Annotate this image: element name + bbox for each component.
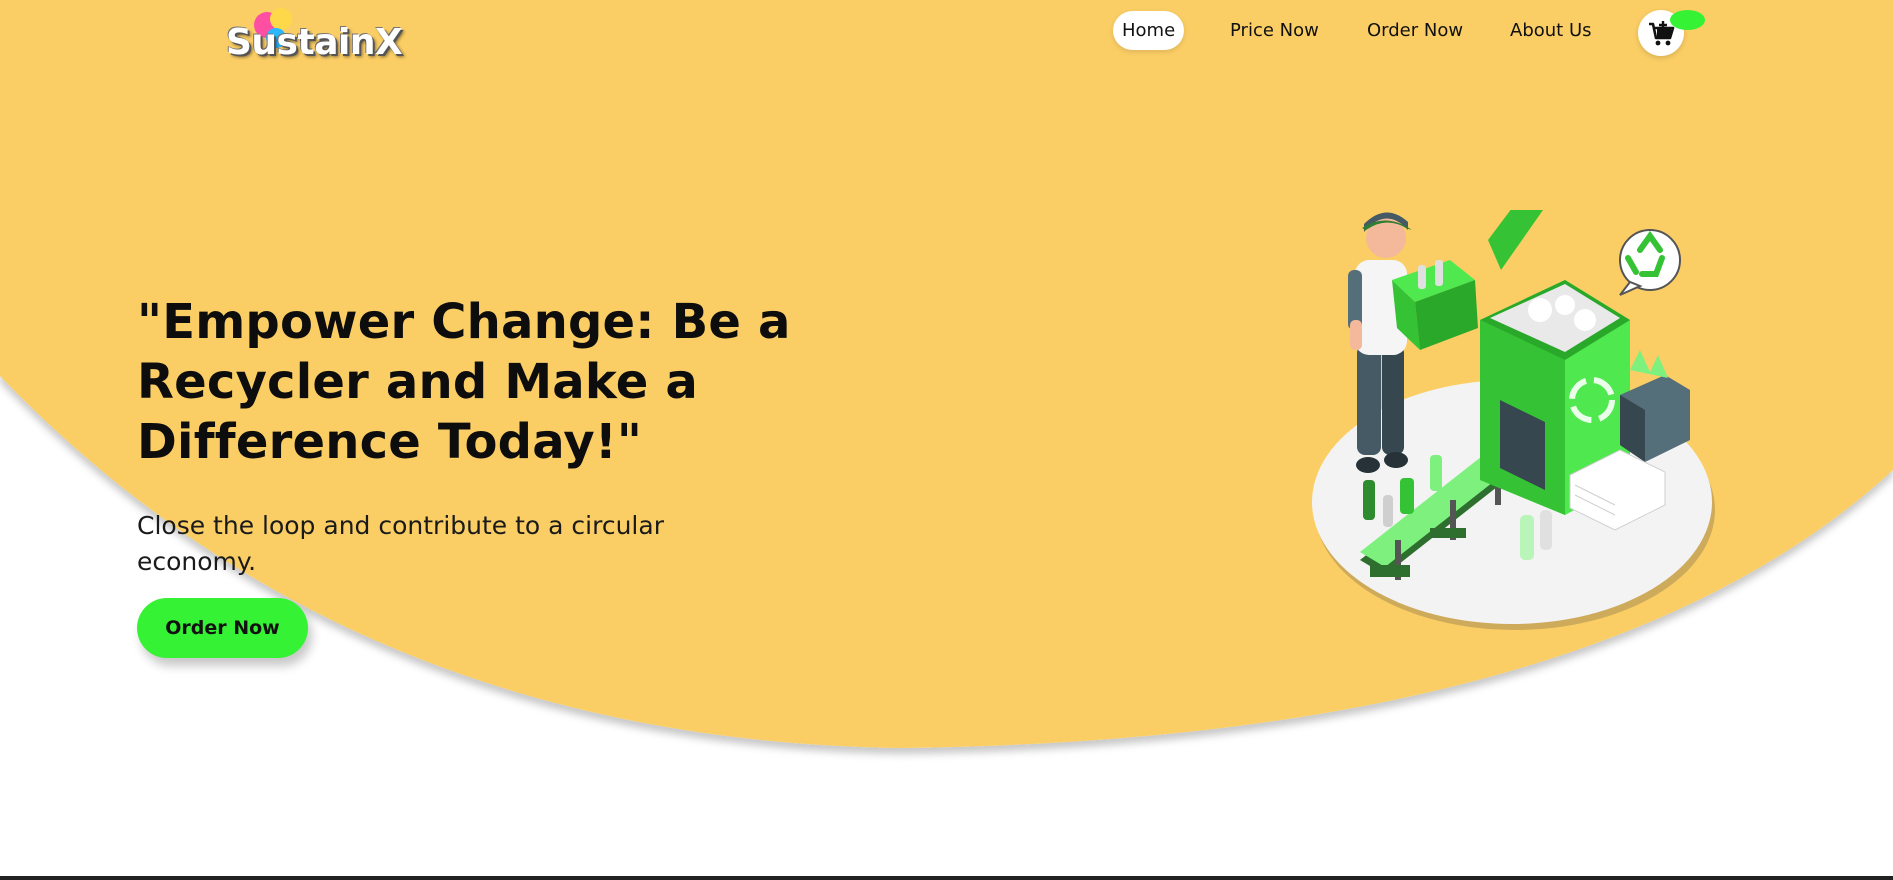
hero-title: "Empower Change: Be a Recycler and Make … (137, 294, 791, 470)
brand-name: SustainX (226, 22, 403, 63)
brand-logo[interactable]: SustainX (226, 6, 406, 66)
recycling-worker-illustration (1312, 210, 1715, 630)
cart-badge (1670, 10, 1705, 30)
nav-home[interactable]: Home (1113, 11, 1185, 50)
nav-price-now[interactable]: Price Now (1221, 11, 1328, 50)
page-bottom-border (0, 876, 1893, 880)
recycle-speech-bubble (1619, 229, 1681, 296)
hero-subtitle: Close the loop and contribute to a circu… (137, 511, 664, 576)
order-now-button[interactable]: Order Now (137, 598, 308, 658)
nav-about-us[interactable]: About Us (1501, 11, 1601, 50)
nav-order-now[interactable]: Order Now (1358, 11, 1472, 50)
